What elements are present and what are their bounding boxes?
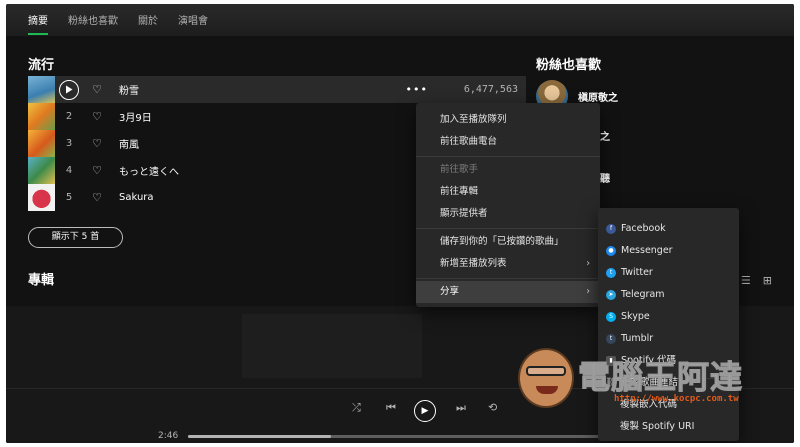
facebook-icon: f (606, 224, 616, 234)
tumblr-icon: t (606, 334, 616, 344)
tab-overview[interactable]: 摘要 (28, 12, 48, 35)
menu-divider (416, 278, 600, 279)
menu-item-label: 新增至播放列表 (440, 258, 507, 269)
share-skype[interactable]: S Skype (598, 306, 739, 328)
more-options-icon[interactable]: ••• (406, 83, 428, 96)
album-cover (28, 157, 55, 184)
tab-about[interactable]: 關於 (138, 12, 158, 35)
skype-icon: S (606, 312, 616, 322)
share-label: Telegram (621, 289, 665, 300)
list-view-icon[interactable]: ☰ (741, 274, 751, 287)
share-twitter[interactable]: t Twitter (598, 262, 739, 284)
track-row[interactable]: ♡ 粉雪 ••• 6,477,563 (28, 76, 526, 103)
show-more-button[interactable]: 顯示下 5 首 (28, 227, 123, 248)
track-number: 2 (65, 111, 73, 122)
share-copy-spotify-uri[interactable]: 複製 Spotify URI (598, 416, 739, 438)
repeat-icon[interactable]: ⟲ (488, 401, 497, 414)
album-cover (28, 130, 55, 157)
previous-icon[interactable]: ⏮ (386, 401, 396, 415)
share-messenger[interactable]: ● Messenger (598, 240, 739, 262)
artist-header-band: 摘要 粉絲也喜歡 關於 演唱會 (6, 4, 794, 36)
popular-title: 流行 (28, 58, 55, 73)
play-button[interactable]: ▶ (414, 400, 436, 422)
track-number: 4 (65, 165, 73, 176)
album-cover (28, 103, 55, 130)
watermark-glasses (526, 366, 566, 376)
heart-icon[interactable]: ♡ (89, 110, 105, 123)
track-number: 3 (65, 138, 73, 149)
messenger-icon: ● (606, 246, 616, 256)
related-artist-name[interactable]: 聽 (600, 170, 610, 185)
watermark: 電腦王阿達 http://www.kocpc.com.tw (518, 344, 768, 416)
tab-fans-also-like[interactable]: 粉絲也喜歡 (68, 12, 118, 35)
share-label: Messenger (621, 245, 673, 256)
spotify-window: 摘要 粉絲也喜歡 關於 演唱會 流行 ♡ 粉雪 ••• 6,477,563 2 … (6, 4, 794, 443)
menu-divider (416, 228, 600, 229)
heart-icon[interactable]: ♡ (89, 137, 105, 150)
track-context-menu: 加入至播放隊列 前往歌曲電台 前往歌手 前往專輯 顯示提供者 儲存到你的「已按讚… (416, 103, 600, 307)
play-icon[interactable] (59, 79, 79, 100)
track-number: 5 (65, 192, 73, 203)
menu-item-go-to-song-radio[interactable]: 前往歌曲電台 (416, 131, 600, 153)
heart-icon[interactable]: ♡ (89, 83, 105, 96)
menu-item-add-to-playlist[interactable]: 新增至播放列表 › (416, 253, 600, 275)
watermark-url: http://www.kocpc.com.tw (614, 394, 739, 404)
next-icon[interactable]: ⏭ (456, 401, 466, 415)
telegram-icon: ➤ (606, 290, 616, 300)
share-label: Facebook (621, 223, 666, 234)
watermark-text: 電腦王阿達 (577, 358, 744, 397)
chevron-right-icon: › (586, 258, 590, 269)
share-label: Twitter (621, 267, 653, 278)
grid-view-icon[interactable]: ⊞ (763, 274, 772, 287)
shuffle-icon[interactable]: ⤮ (352, 401, 361, 415)
menu-item-share[interactable]: 分享 › (416, 281, 600, 303)
album-cover (28, 184, 55, 211)
heart-icon[interactable]: ♡ (89, 191, 105, 204)
play-count: 6,477,563 (463, 84, 518, 95)
menu-item-go-to-album[interactable]: 前往專輯 (416, 181, 600, 203)
album-cover (28, 76, 55, 103)
album-card[interactable] (242, 314, 422, 378)
fans-also-like-title: 粉絲也喜歡 (536, 58, 602, 73)
twitter-icon: t (606, 268, 616, 278)
menu-item-add-to-queue[interactable]: 加入至播放隊列 (416, 109, 600, 131)
menu-item-go-to-artist[interactable]: 前往歌手 (416, 159, 600, 181)
progress-fill (188, 435, 331, 438)
menu-item-label: 分享 (440, 286, 460, 297)
share-label: Skype (621, 311, 650, 322)
menu-item-save-to-liked[interactable]: 儲存到你的「已按讚的歌曲」 (416, 231, 600, 253)
chevron-right-icon: › (586, 286, 590, 297)
tab-concerts[interactable]: 演唱會 (178, 12, 208, 35)
progress-bar[interactable] (188, 435, 608, 438)
heart-icon[interactable]: ♡ (89, 164, 105, 177)
menu-divider (416, 156, 600, 157)
watermark-mascot-image (518, 348, 574, 408)
related-artist-name: 槇原敬之 (578, 92, 618, 104)
share-telegram[interactable]: ➤ Telegram (598, 284, 739, 306)
elapsed-time: 2:46 (158, 431, 179, 441)
menu-item-show-credits[interactable]: 顯示提供者 (416, 203, 600, 225)
albums-title: 專輯 (28, 273, 55, 288)
related-artist-name[interactable]: 之 (600, 128, 610, 143)
view-toggle: ☰ ⊞ (741, 274, 772, 287)
share-facebook[interactable]: f Facebook (598, 218, 739, 240)
artist-tabs: 摘要 粉絲也喜歡 關於 演唱會 (28, 12, 208, 35)
